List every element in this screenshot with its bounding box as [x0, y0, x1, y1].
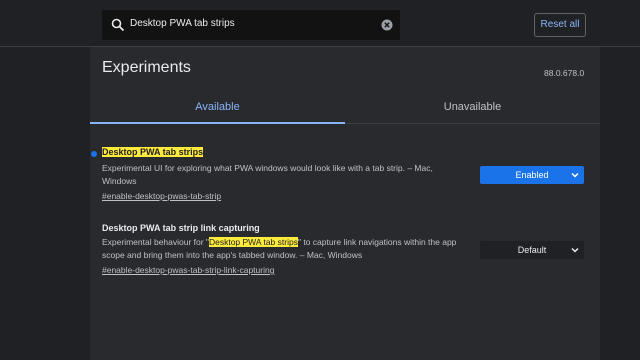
page-title: Experiments	[102, 59, 191, 76]
version-label: 88.0.678.0	[544, 68, 585, 78]
search-bar[interactable]: Desktop PWA tab strips	[102, 10, 400, 40]
experiment-state-select[interactable]: Enabled	[480, 166, 584, 184]
tab-available[interactable]: Available	[90, 101, 345, 113]
chevron-down-icon	[571, 247, 579, 253]
experiment-state-value: Default	[517, 245, 547, 255]
reset-all-button[interactable]: Reset all	[534, 13, 586, 37]
experiment-state-value: Enabled	[515, 170, 549, 180]
clear-search-icon[interactable]	[381, 19, 393, 31]
tab-bar: Available Unavailable	[90, 93, 600, 124]
search-icon	[111, 18, 125, 32]
experiment-permalink[interactable]: #enable-desktop-pwas-tab-strip	[102, 191, 221, 201]
search-highlight: Desktop PWA tab strips	[208, 237, 298, 247]
experiment-permalink[interactable]: #enable-desktop-pwas-tab-strip-link-capt…	[102, 265, 274, 275]
experiment-state-select[interactable]: Default	[480, 241, 584, 259]
experiment-title: Desktop PWA tab strip link capturing	[102, 223, 260, 233]
experiment-description: Experimental UI for exploring what PWA w…	[102, 163, 433, 186]
active-tab-indicator	[90, 122, 345, 124]
tab-unavailable[interactable]: Unavailable	[345, 101, 600, 113]
modified-indicator-icon	[91, 151, 97, 157]
experiments-panel: Experiments 88.0.678.0 Available Unavail…	[90, 47, 600, 360]
experiment-title: Desktop PWA tab strips	[102, 147, 204, 157]
search-input[interactable]: Desktop PWA tab strips	[130, 18, 235, 29]
description-text-before: Experimental behaviour for "	[102, 237, 209, 247]
top-bar: Desktop PWA tab strips Reset all	[0, 0, 640, 47]
chevron-down-icon	[571, 172, 579, 178]
experiment-title-text: Desktop PWA tab strips	[102, 147, 204, 157]
experiment-description: Experimental behaviour for "Desktop PWA …	[102, 236, 462, 261]
